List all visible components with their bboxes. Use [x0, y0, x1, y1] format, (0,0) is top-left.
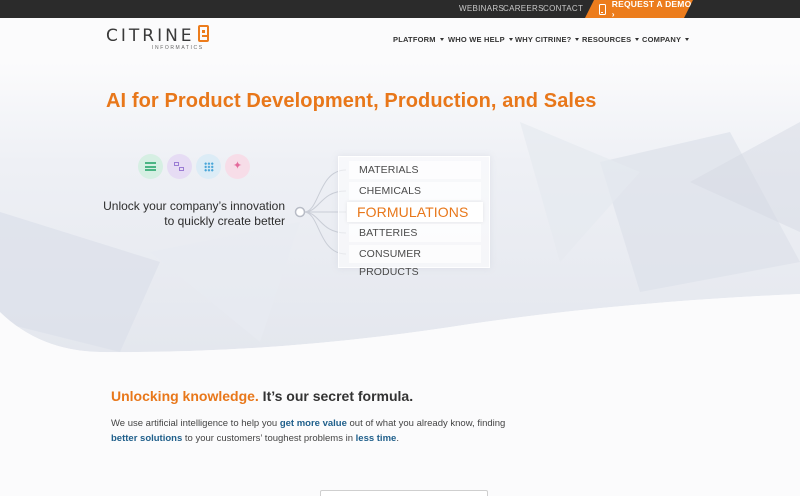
option-formulations[interactable]: FORMULATIONS — [347, 202, 483, 222]
hero-tagline: Unlock your company’s innovation to quic… — [90, 199, 285, 229]
chevron-down-icon — [635, 37, 640, 41]
para-text-3: to your customers’ toughest problems in — [182, 432, 356, 444]
option-chemicals[interactable]: CHEMICALS — [349, 182, 481, 200]
para-text-4: . — [396, 432, 399, 444]
request-demo-button[interactable]: REQUEST A DEMO › — [585, 0, 693, 18]
option-batteries[interactable]: BATTERIES — [349, 224, 481, 242]
para-bold-1: get more value — [279, 418, 347, 429]
contact-link[interactable]: CONTACT — [543, 0, 583, 18]
para-text-2: out of what you already know, finding — [346, 418, 506, 429]
section-title: Unlocking knowledge. It’s our secret for… — [111, 388, 413, 404]
chevron-down-icon — [508, 37, 513, 41]
logo-wordmark: CITRINE — [106, 26, 195, 46]
workflow-icon — [167, 154, 192, 179]
webinars-link[interactable]: WEBINARS — [459, 0, 504, 18]
chevron-down-icon — [685, 37, 690, 41]
industry-options-panel: MATERIALS CHEMICALS FORMULATIONS BATTERI… — [338, 156, 490, 278]
hero-headline: AI for Product Development, Production, … — [106, 90, 597, 112]
grid-dots-icon — [196, 154, 221, 179]
para-bold-2: better solutions — [111, 432, 183, 444]
section-title-highlight: Unlocking knowledge. — [111, 388, 259, 404]
nav-company[interactable]: COMPANY — [642, 33, 690, 45]
sparkle-icon: ✦ — [225, 154, 250, 179]
database-icon — [138, 154, 163, 179]
option-materials[interactable]: MATERIALS — [349, 161, 481, 179]
category-icons: ✦ — [138, 154, 250, 179]
nav-resources-label: RESOURCES — [582, 34, 632, 44]
logo-subtitle: INFORMATICS — [152, 45, 204, 51]
nav-who-we-help-label: WHO WE HELP — [448, 34, 505, 44]
careers-link[interactable]: CAREERS — [503, 0, 544, 18]
logo-mark-icon — [198, 25, 209, 42]
top-utility-bar: WEBINARS CAREERS CONTACT REQUEST A DEMO … — [0, 0, 800, 18]
section-title-rest: It’s our secret formula. — [258, 388, 414, 404]
chevron-down-icon — [575, 37, 580, 41]
chevron-down-icon — [439, 37, 444, 41]
phone-icon — [599, 4, 606, 15]
option-consumer-products[interactable]: CONSUMER PRODUCTS — [349, 245, 481, 278]
nav-platform-label: PLATFORM — [393, 34, 436, 44]
partial-card — [320, 490, 488, 496]
nav-resources[interactable]: RESOURCES — [582, 33, 640, 45]
citrine-logo[interactable]: CITRINE INFORMATICS — [106, 25, 216, 53]
para-text-1: We use artificial intelligence to help y… — [111, 418, 280, 429]
section-paragraph: We use artificial intelligence to help y… — [111, 417, 511, 446]
para-bold-3: less time — [355, 432, 397, 444]
nav-why-citrine-label: WHY CITRINE? — [515, 34, 572, 44]
request-demo-label: REQUEST A DEMO › — [611, 0, 692, 19]
nav-why-citrine[interactable]: WHY CITRINE? — [515, 33, 580, 45]
nav-company-label: COMPANY — [642, 34, 682, 44]
tagline-line-2: to quickly create better — [164, 214, 285, 228]
tagline-line-1: Unlock your company’s innovation — [103, 199, 285, 213]
nav-platform[interactable]: PLATFORM — [393, 33, 444, 45]
nav-who-we-help[interactable]: WHO WE HELP — [448, 33, 513, 45]
